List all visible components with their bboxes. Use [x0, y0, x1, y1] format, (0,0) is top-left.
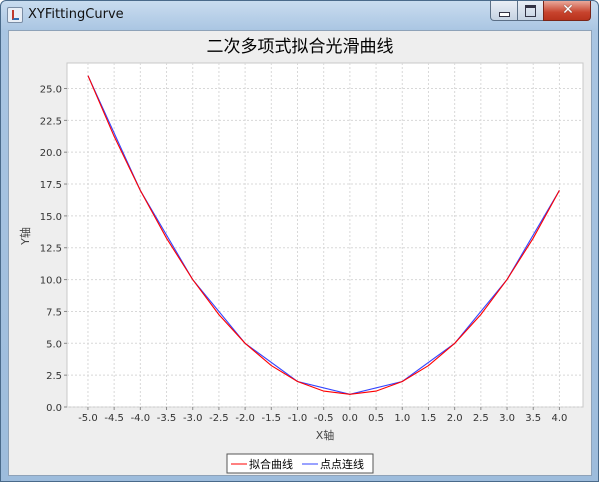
chart-title: 二次多项式拟合光滑曲线: [207, 37, 394, 57]
x-tick-label: -4.0: [131, 413, 151, 424]
x-tick-label: -1.0: [288, 413, 308, 424]
java-app-icon[interactable]: [7, 7, 23, 23]
x-tick-label: -0.5: [314, 413, 334, 424]
x-tick-label: 2.5: [473, 413, 489, 424]
legend: 拟合曲线 点点连线: [226, 453, 374, 474]
y-tick-label: 12.5: [40, 244, 62, 255]
x-tick-label: -2.0: [235, 413, 255, 424]
x-tick-label: 3.5: [525, 413, 541, 424]
y-tick-label: 22.5: [40, 116, 62, 127]
y-tick-label: 2.5: [46, 371, 62, 382]
title-bar[interactable]: XYFittingCurve ✕: [1, 1, 598, 29]
y-tick-label: 0.0: [46, 403, 62, 414]
chart-canvas: 二次多项式拟合光滑曲线 -5.0 -4.5 -4.0 -3.5 -3.0 -2.5 -2.0…: [18, 37, 584, 474]
x-tick-label: -3.0: [183, 413, 203, 424]
x-tick-label: 1.5: [421, 413, 437, 424]
x-tick-label: 2.0: [447, 413, 463, 424]
y-tick-label: 20.0: [40, 148, 62, 159]
window-title: XYFittingCurve: [28, 7, 124, 22]
y-tick-label: 17.5: [40, 180, 62, 191]
plot-area: [66, 62, 584, 408]
x-axis: -5.0 -4.5 -4.0 -3.5 -3.0 -2.5 -2.0 -1.5 -1.0 -0.5…: [78, 407, 567, 424]
y-axis-label: Y轴: [18, 227, 32, 246]
x-tick-label: -1.5: [262, 413, 282, 424]
y-tick-label: 5.0: [46, 339, 62, 350]
close-button[interactable]: ✕: [543, 1, 591, 21]
x-tick-label: 1.0: [394, 413, 410, 424]
minimize-icon: [499, 12, 510, 17]
x-axis-label: X轴: [316, 428, 335, 442]
minimize-button[interactable]: [490, 1, 518, 21]
y-tick-label: 10.0: [40, 276, 62, 287]
close-icon: ✕: [562, 2, 574, 18]
y-tick-label: 25.0: [40, 84, 62, 95]
x-tick-label: 0.0: [342, 413, 358, 424]
y-axis: 0.0 2.5 5.0 7.5 10.0 12.5 15.0 17.5 20.0 22.5 25.0: [40, 84, 67, 414]
x-tick-label: -2.5: [209, 413, 229, 424]
x-tick-label: -5.0: [78, 413, 98, 424]
x-tick-label: 0.5: [368, 413, 384, 424]
maximize-icon: [525, 5, 536, 17]
app-window: XYFittingCurve ✕ 二次多项式拟合光滑曲线 -5.0 -4.5 -4.…: [0, 0, 599, 482]
y-tick-label: 15.0: [40, 212, 62, 223]
y-tick-label: 7.5: [46, 307, 62, 318]
x-tick-label: 4.0: [551, 413, 567, 424]
x-tick-label: -3.5: [157, 413, 177, 424]
maximize-button[interactable]: [517, 1, 544, 21]
x-tick-label: -4.5: [104, 413, 124, 424]
legend-label-fit: 拟合曲线: [249, 457, 293, 471]
legend-label-points: 点点连线: [320, 457, 364, 471]
x-tick-label: 3.0: [499, 413, 515, 424]
chart-panel: 二次多项式拟合光滑曲线 -5.0 -4.5 -4.0 -3.5 -3.0 -2.5 -2.0…: [8, 30, 592, 476]
